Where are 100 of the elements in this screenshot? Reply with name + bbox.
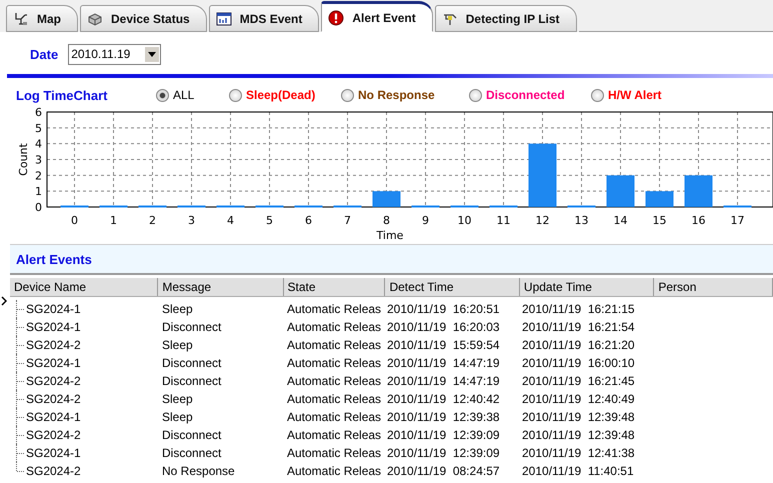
- x-tick-label: 4: [227, 214, 234, 227]
- table-cell: Disconnect: [162, 446, 222, 460]
- bar: [372, 191, 400, 207]
- table-cell: Automatic Releas: [287, 338, 382, 352]
- column-header[interactable]: State: [284, 278, 386, 296]
- filter-radio[interactable]: No Response: [341, 88, 469, 102]
- x-tick-label: 11: [496, 214, 510, 227]
- x-tick-label: 14: [614, 214, 628, 227]
- column-header[interactable]: Message: [158, 278, 284, 296]
- column-header[interactable]: Detect Time: [385, 278, 520, 296]
- x-tick-label: 7: [344, 214, 351, 227]
- x-tick-label: 16: [692, 214, 706, 227]
- table-cell: 2010/11/19 16:21:15: [522, 302, 635, 316]
- bar: [528, 144, 556, 207]
- table-cell: 2010/11/19 16:21:54: [522, 320, 635, 334]
- table-cell: SG2024-2: [26, 392, 81, 406]
- section-title: Alert Events: [16, 252, 92, 266]
- tab[interactable]: Detecting IP List: [434, 5, 577, 32]
- table-cell: 2010/11/19 12:40:49: [522, 392, 635, 406]
- table-cell: 2010/11/19 12:39:09: [387, 428, 500, 442]
- alert-icon: [328, 10, 344, 26]
- bar: [684, 175, 712, 207]
- filter-radio[interactable]: Sleep(Dead): [229, 88, 341, 102]
- table-cell: 2010/11/19 12:39:48: [522, 428, 635, 442]
- tab[interactable]: Alert Event: [321, 1, 433, 32]
- x-tick-label: 6: [305, 214, 312, 227]
- date-label: Date: [30, 46, 58, 62]
- table-cell: Automatic Releas: [287, 410, 382, 424]
- tab[interactable]: MDS Event: [208, 5, 320, 32]
- date-dropdown[interactable]: 2010.11.19: [68, 44, 162, 64]
- filter-radio[interactable]: ALL: [156, 88, 229, 102]
- y-tick-label: 2: [35, 169, 42, 182]
- bar: [606, 175, 634, 207]
- x-tick-label: 12: [536, 214, 550, 227]
- y-tick-label: 0: [35, 201, 42, 214]
- table-cell: Automatic Releas: [287, 356, 382, 370]
- x-tick-label: 15: [652, 214, 666, 227]
- table-cell: Automatic Releas: [287, 392, 382, 406]
- table-cell: SG2024-1: [26, 446, 81, 460]
- server-icon: [87, 10, 103, 26]
- chevron-icon[interactable]: [1, 296, 7, 306]
- table-cell: 2010/11/19 16:00:10: [522, 356, 635, 370]
- x-tick-label: 13: [574, 214, 588, 227]
- column-header[interactable]: Update Time: [520, 278, 654, 296]
- tab[interactable]: Map: [6, 5, 78, 32]
- chart-title: Log TimeChart: [16, 88, 108, 102]
- x-tick-label: 3: [188, 214, 195, 227]
- table-cell: Automatic Releas: [287, 446, 382, 460]
- table-cell: Automatic Releas: [287, 320, 382, 334]
- x-tick-label: 10: [458, 214, 472, 227]
- bar: [646, 191, 674, 207]
- table-cell: Automatic Releas: [287, 374, 382, 388]
- table-cell: SG2024-2: [26, 338, 81, 352]
- table-cell: 2010/11/19 12:39:38: [387, 410, 500, 424]
- table-cell: SG2024-1: [26, 410, 81, 424]
- table-cell: 2010/11/19 16:21:20: [522, 338, 635, 352]
- x-tick-label: 0: [71, 214, 78, 227]
- y-tick-label: 5: [35, 122, 42, 135]
- x-tick-label: 8: [383, 214, 390, 227]
- table-cell: 2010/11/19 15:59:54: [387, 338, 500, 352]
- table-cell: Automatic Releas: [287, 302, 382, 316]
- table-cell: Automatic Releas: [287, 428, 382, 442]
- y-tick-label: 4: [35, 138, 42, 151]
- x-tick-label: 5: [266, 214, 273, 227]
- filter-radio[interactable]: H/W Alert: [591, 88, 668, 102]
- table-cell: Disconnect: [162, 320, 222, 334]
- x-axis-title: Time: [376, 229, 404, 242]
- tab[interactable]: Device Status: [80, 5, 207, 32]
- table-cell: SG2024-1: [26, 356, 81, 370]
- table-cell: 2010/11/19 12:40:42: [387, 392, 500, 406]
- table-cell: 2010/11/19 12:41:38: [522, 446, 635, 460]
- table-cell: Sleep: [162, 410, 193, 424]
- network-icon: [13, 10, 29, 26]
- caret-icon: [148, 52, 156, 56]
- table-cell: SG2024-2: [26, 428, 81, 442]
- x-tick-label: 1: [110, 214, 117, 227]
- table-cell: Sleep: [162, 302, 193, 316]
- table-cell: Disconnect: [162, 428, 222, 442]
- table-cell: Disconnect: [162, 356, 222, 370]
- y-tick-label: 3: [35, 154, 42, 166]
- y-tick-label: 1: [35, 185, 42, 198]
- column-header[interactable]: Person: [654, 278, 773, 296]
- x-tick-label: 9: [422, 214, 429, 227]
- table-cell: 2010/11/19 14:47:19: [387, 356, 500, 370]
- y-axis-title: Count: [17, 143, 30, 176]
- filter-radio[interactable]: Disconnected: [469, 88, 591, 102]
- table-cell: 2010/11/19 11:40:51: [522, 464, 634, 478]
- table-cell: 2010/11/19 16:20:51: [387, 302, 500, 316]
- window-icon: [216, 10, 232, 26]
- table-cell: 2010/11/19 14:47:19: [387, 374, 500, 388]
- table-cell: SG2024-1: [26, 302, 81, 316]
- table-cell: Automatic Releas: [287, 464, 382, 478]
- table-cell: No Response: [162, 464, 235, 478]
- table-cell: SG2024-1: [26, 320, 81, 334]
- table-cell: 2010/11/19 16:21:45: [522, 374, 635, 388]
- column-header[interactable]: Device Name: [10, 278, 158, 296]
- table-cell: SG2024-2: [26, 464, 81, 478]
- table-cell: 2010/11/19 16:20:03: [387, 320, 500, 334]
- x-tick-label: 2: [149, 214, 156, 227]
- table-cell: SG2024-2: [26, 374, 81, 388]
